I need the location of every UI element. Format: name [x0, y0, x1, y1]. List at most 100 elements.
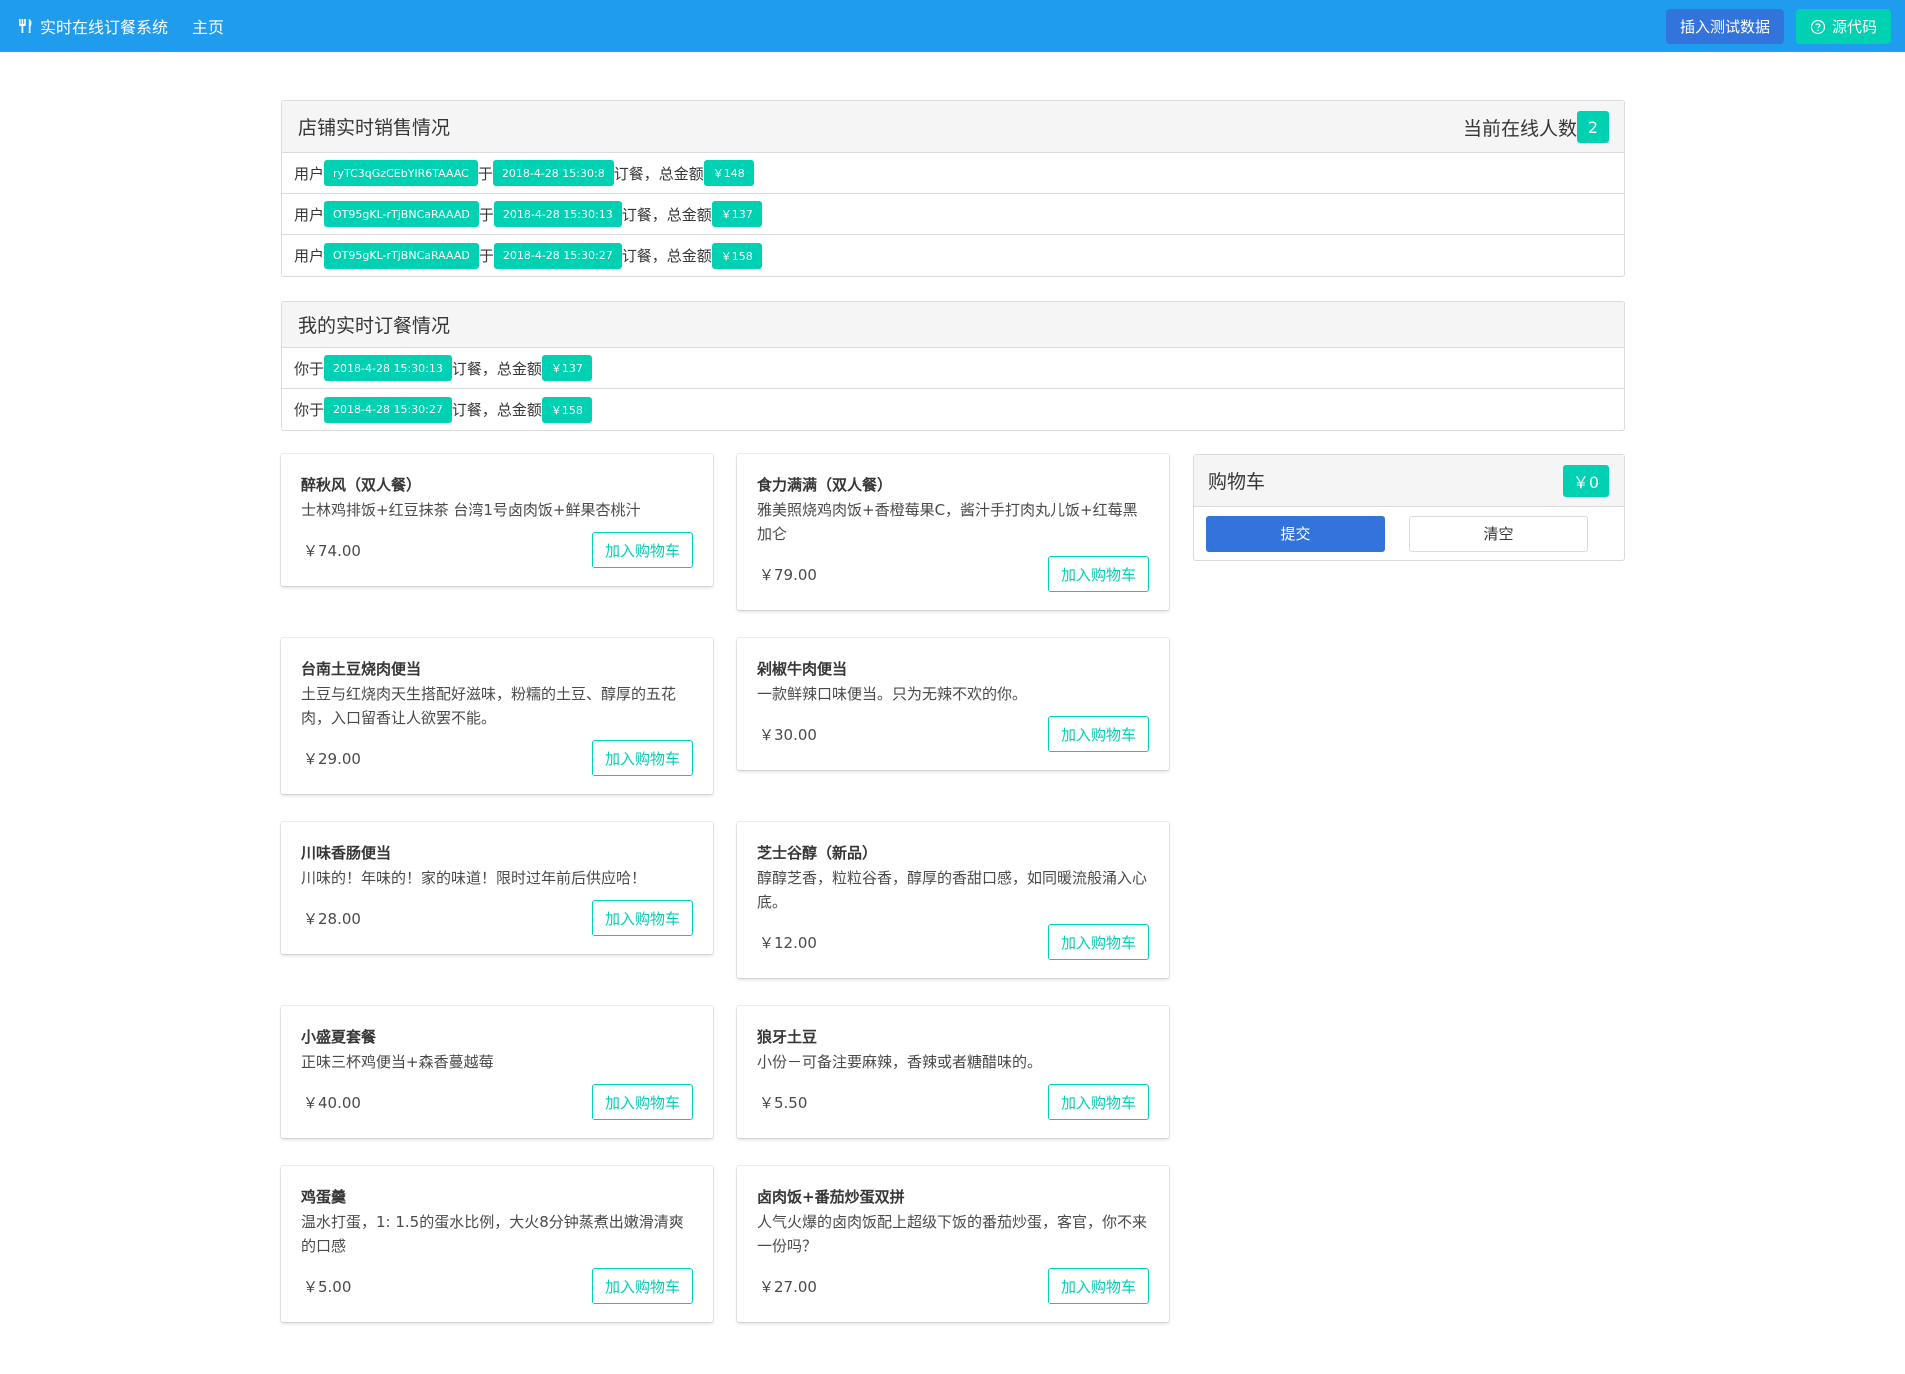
submit-order-button[interactable]: 提交 [1206, 515, 1385, 552]
menu-item-price: ￥5.00 [303, 1277, 352, 1296]
menu-item-price: ￥28.00 [303, 909, 361, 928]
sales-row-prefix: 用户 [294, 205, 325, 224]
sales-row-at: 于 [478, 247, 494, 265]
add-to-cart-button[interactable]: 加入购物车 [591, 1268, 693, 1304]
my-order-prefix: 你于 [294, 401, 325, 419]
menu-item-desc: 川味的！年味的！家的味道！限时过年前后供应哈！ [301, 869, 647, 887]
menu-item-card: 芝士谷醇（新品） 醇醇芝香，粒粒谷香，醇厚的香甜口感，如同暖流般涌入心底。 ￥1… [737, 822, 1169, 978]
menu-item-card: 卤肉饭+番茄炒蛋双拼 人气火爆的卤肉饭配上超级下饭的番茄炒蛋，客官，你不来一份吗… [737, 1166, 1169, 1322]
add-to-cart-button[interactable]: 加入购物车 [1047, 556, 1149, 592]
add-to-cart-button[interactable]: 加入购物车 [591, 740, 693, 776]
menu-item-price: ￥79.00 [759, 565, 817, 584]
menu-item-card: 鸡蛋羹 温水打蛋，1: 1.5的蛋水比例，大火8分钟蒸煮出嫩滑清爽的口感 ￥5.… [281, 1166, 713, 1322]
order-time-tag: 2018-4-28 15:30:8 [492, 160, 614, 186]
nav-home-link[interactable]: 主页 [192, 14, 224, 38]
menu-item-desc: 温水打蛋，1: 1.5的蛋水比例，大火8分钟蒸煮出嫩滑清爽的口感 [301, 1213, 684, 1255]
sales-row: 用户 OT95gKL-rTjBNCaRAAAD 于 2018-4-28 15:3… [282, 194, 1624, 235]
store-sales-title: 店铺实时销售情况 [298, 117, 451, 139]
menu-item-card: 醉秋风（双人餐） 士林鸡排饭+红豆抹茶 台湾1号卤肉饭+鲜果杏桃汁 ￥74.00… [281, 454, 713, 586]
menu-item-name: 食力满满（双人餐） [757, 476, 893, 494]
add-to-cart-button[interactable]: 加入购物车 [1047, 716, 1149, 752]
sales-row-mid: 订餐，总金额 [621, 205, 712, 224]
menu-item-desc: 土豆与红烧肉天生搭配好滋味，粉糯的土豆、醇厚的五花肉，入口留香让人欲罢不能。 [301, 685, 677, 727]
menu-item-price: ￥40.00 [303, 1093, 361, 1112]
clear-cart-button[interactable]: 清空 [1409, 515, 1588, 552]
menu-item-name: 台南土豆烧肉便当 [301, 660, 422, 678]
menu-item-name: 芝士谷醇（新品） [757, 844, 878, 862]
sales-row-prefix: 用户 [294, 247, 325, 265]
menu-item-card: 剁椒牛肉便当 一款鲜辣口味便当。只为无辣不欢的你。 ￥30.00 加入购物车 [737, 638, 1169, 770]
sales-row-mid: 订餐，总金额 [621, 247, 712, 265]
cart-heading: 购物车 ￥0 [1194, 455, 1624, 507]
sales-row-at: 于 [477, 164, 493, 183]
sales-row-mid: 订餐，总金额 [613, 164, 704, 183]
menu-item-price: ￥30.00 [759, 725, 817, 744]
add-to-cart-button[interactable]: 加入购物车 [1047, 1084, 1149, 1120]
menu-item-price: ￥29.00 [303, 749, 361, 768]
menu-item-name: 醉秋风（双人餐） [301, 476, 422, 494]
my-order-prefix: 你于 [294, 359, 325, 378]
my-orders-panel: 我的实时订餐情况 你于 2018-4-28 15:30:13 订餐，总金额 ￥1… [281, 301, 1625, 431]
menu-item-desc: 一款鲜辣口味便当。只为无辣不欢的你。 [757, 685, 1028, 703]
my-order-row: 你于 2018-4-28 15:30:13 订餐，总金额 ￥137 [282, 348, 1624, 389]
user-id-tag: ryTC3qGzCEbYIR6TAAAC [324, 160, 478, 186]
menu-item-price: ￥5.50 [759, 1093, 808, 1112]
menu-item-name: 剁椒牛肉便当 [757, 660, 848, 678]
order-time-tag: 2018-4-28 15:30:27 [324, 396, 452, 423]
add-to-cart-button[interactable]: 加入购物车 [591, 900, 693, 936]
menu-item-desc: 人气火爆的卤肉饭配上超级下饭的番茄炒蛋，客官，你不来一份吗？ [757, 1213, 1148, 1255]
menu-item-desc: 小份－可备注要麻辣，香辣或者糖醋味的。 [757, 1053, 1043, 1071]
menu-item-card: 川味香肠便当 川味的！年味的！家的味道！限时过年前后供应哈！ ￥28.00 加入… [281, 822, 713, 954]
menu-item-name: 鸡蛋羹 [301, 1188, 347, 1206]
menu-item-card: 狼牙土豆 小份－可备注要麻辣，香辣或者糖醋味的。 ￥5.50 加入购物车 [737, 1006, 1169, 1138]
source-code-label: 源代码 [1831, 18, 1877, 36]
brand-link[interactable]: 实时在线订餐系统 [18, 14, 168, 38]
shopping-cart-panel: 购物车 ￥0 提交 清空 [1193, 454, 1625, 561]
sales-row: 用户 ryTC3qGzCEbYIR6TAAAC 于 2018-4-28 15:3… [282, 153, 1624, 194]
menu-item-desc: 雅美照烧鸡肉饭+香橙莓果C，酱汁手打肉丸儿饭+红莓黑加仑 [757, 501, 1138, 543]
order-time-tag: 2018-4-28 15:30:13 [493, 201, 622, 227]
sales-row: 用户 OT95gKL-rTjBNCaRAAAD 于 2018-4-28 15:3… [282, 235, 1624, 276]
menu-item-desc: 正味三杯鸡便当+森香蔓越莓 [301, 1053, 494, 1071]
menu-item-card: 台南土豆烧肉便当 土豆与红烧肉天生搭配好滋味，粉糯的土豆、醇厚的五花肉，入口留香… [281, 638, 713, 794]
order-time-tag: 2018-4-28 15:30:27 [493, 242, 622, 269]
navbar: 实时在线订餐系统 主页 插入测试数据 源代码 [0, 0, 1905, 52]
add-to-cart-button[interactable]: 加入购物车 [591, 532, 693, 568]
cart-title: 购物车 [1208, 471, 1266, 493]
my-orders-heading: 我的实时订餐情况 [282, 302, 1624, 348]
menu-item-name: 狼牙土豆 [757, 1028, 818, 1046]
menu-item-desc: 醇醇芝香，粒粒谷香，醇厚的香甜口感，如同暖流般涌入心底。 [757, 869, 1148, 911]
menu-item-price: ￥12.00 [759, 933, 817, 952]
my-order-mid: 订餐，总金额 [451, 359, 542, 378]
my-orders-title: 我的实时订餐情况 [298, 315, 451, 337]
user-id-tag: OT95gKL-rTjBNCaRAAAD [324, 242, 479, 269]
source-code-button[interactable]: 源代码 [1795, 9, 1891, 44]
order-amount-tag: ￥158 [711, 242, 762, 269]
sales-row-at: 于 [478, 205, 494, 224]
add-to-cart-button[interactable]: 加入购物车 [1047, 924, 1149, 960]
user-id-tag: OT95gKL-rTjBNCaRAAAD [324, 201, 479, 227]
store-sales-heading: 店铺实时销售情况 当前在线人数 2 [282, 101, 1624, 153]
menu-item-card: 小盛夏套餐 正味三杯鸡便当+森香蔓越莓 ￥40.00 加入购物车 [281, 1006, 713, 1138]
add-to-cart-button[interactable]: 加入购物车 [1047, 1268, 1149, 1304]
menu-item-card: 食力满满（双人餐） 雅美照烧鸡肉饭+香橙莓果C，酱汁手打肉丸儿饭+红莓黑加仑 ￥… [737, 454, 1169, 610]
order-amount-tag: ￥148 [703, 160, 754, 186]
menu-item-price: ￥27.00 [759, 1277, 817, 1296]
add-to-cart-button[interactable]: 加入购物车 [591, 1084, 693, 1120]
online-count: 当前在线人数 2 [1463, 111, 1609, 143]
menu-item-price: ￥74.00 [303, 541, 361, 560]
menu-item-name: 卤肉饭+番茄炒蛋双拼 [757, 1188, 905, 1206]
insert-test-data-button[interactable]: 插入测试数据 [1665, 9, 1784, 44]
brand-title: 实时在线订餐系统 [40, 18, 169, 37]
utensils-icon [19, 19, 32, 33]
order-amount-tag: ￥137 [711, 201, 762, 227]
online-label: 当前在线人数 [1462, 117, 1577, 140]
store-sales-panel: 店铺实时销售情况 当前在线人数 2 用户 ryTC3qGzCEbYIR6TAAA… [281, 100, 1625, 277]
question-circle-icon [1810, 19, 1826, 34]
order-amount-tag: ￥158 [541, 396, 592, 423]
online-count-badge: 2 [1577, 111, 1609, 143]
sales-row-prefix: 用户 [294, 164, 325, 183]
order-amount-tag: ￥137 [541, 355, 592, 381]
cart-total-badge: ￥0 [1562, 464, 1609, 497]
my-order-mid: 订餐，总金额 [451, 401, 542, 419]
